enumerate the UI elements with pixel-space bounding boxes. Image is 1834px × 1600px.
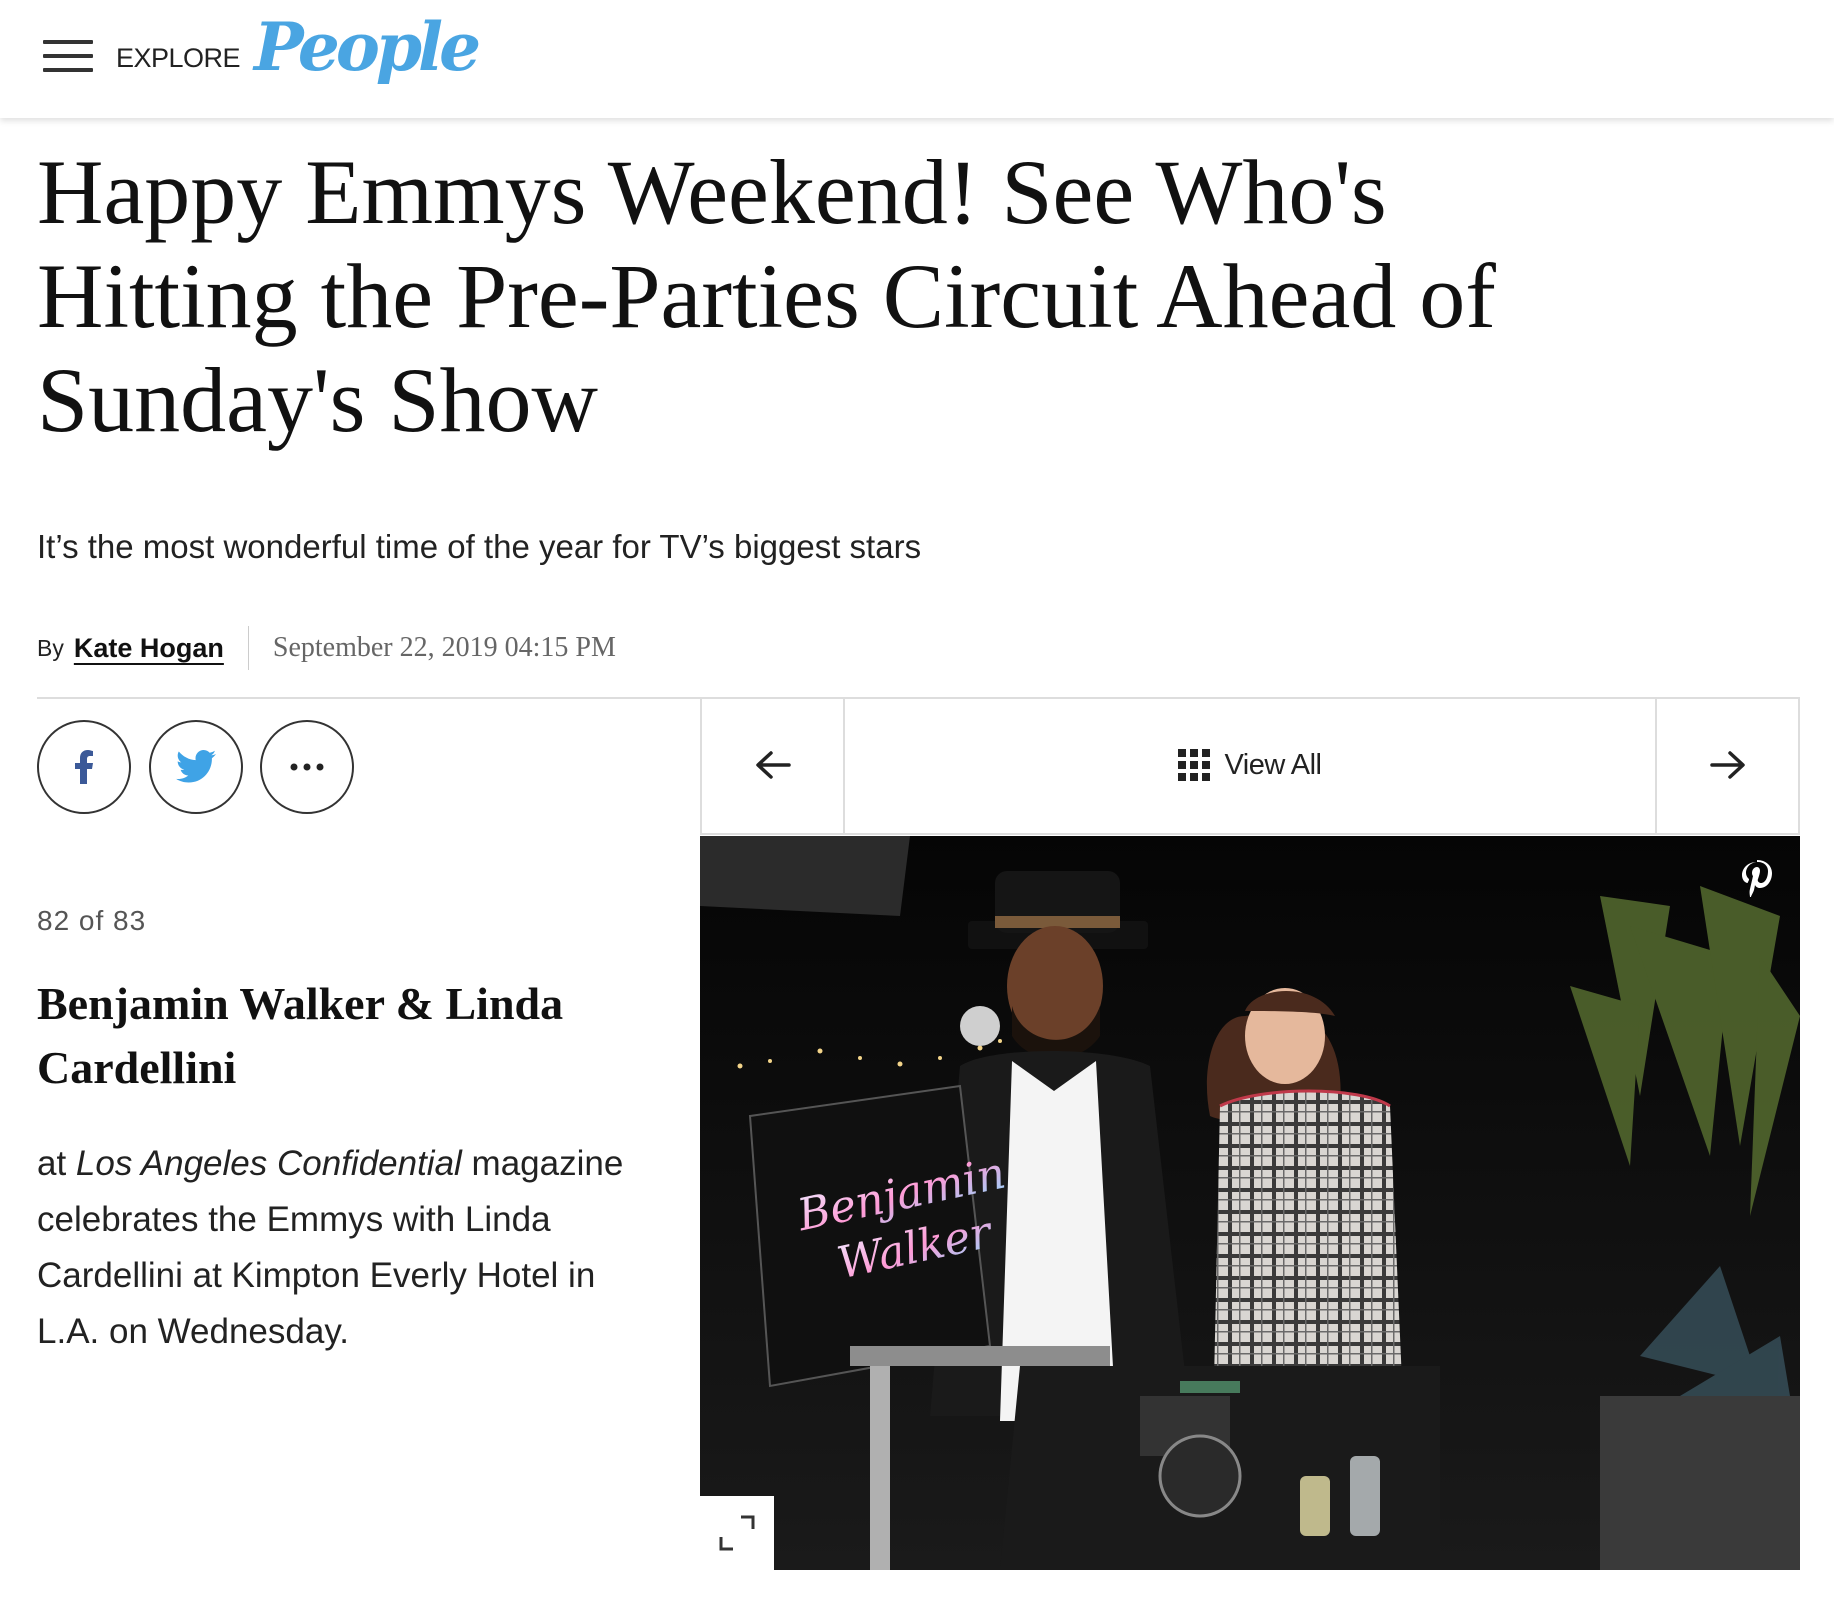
- slide-title: Benjamin Walker & Linda Cardellini: [37, 972, 657, 1100]
- arrow-left-icon: [755, 751, 791, 779]
- grid-icon: [1178, 749, 1211, 781]
- pinterest-button[interactable]: [1734, 858, 1780, 904]
- slide-counter: 82 of 83: [37, 905, 147, 936]
- headline-line: Happy Emmys Weekend! See Who's: [37, 141, 1387, 243]
- expand-icon: [719, 1515, 755, 1551]
- twitter-icon: [176, 750, 216, 783]
- slide-title-line: Benjamin Walker & Linda: [37, 978, 564, 1029]
- slide-title-line: Cardellini: [37, 1042, 237, 1093]
- headline-line: Hitting the Pre-Parties Circuit Ahead of: [37, 245, 1496, 347]
- more-share-button[interactable]: [260, 720, 354, 814]
- pinterest-icon: [1742, 860, 1772, 897]
- view-all-label: View All: [1224, 748, 1322, 781]
- byline: By Kate Hogan September 22, 2019 04:15 P…: [37, 626, 616, 670]
- article-dek: It’s the most wonderful time of the year…: [37, 528, 922, 565]
- gallery-photo[interactable]: Benjamin Walker: [700, 836, 1800, 1570]
- gallery-nav: View All: [700, 697, 1800, 835]
- article-headline: Happy Emmys Weekend! See Who's Hitting t…: [37, 140, 1737, 452]
- publish-date: September 22, 2019 04:15 PM: [272, 632, 616, 663]
- expand-button[interactable]: [700, 1496, 774, 1570]
- slide-caption: at Los Angeles Confidential magazine cel…: [37, 1136, 657, 1360]
- explore-link[interactable]: EXPLORE: [116, 43, 241, 74]
- headline-line: Sunday's Show: [37, 349, 598, 451]
- by-label: By: [37, 634, 64, 661]
- hamburger-icon[interactable]: [43, 40, 93, 76]
- byline-divider: [247, 626, 249, 670]
- caption-publication: Los Angeles Confidential: [75, 1144, 462, 1183]
- facebook-share-button[interactable]: [37, 720, 131, 814]
- next-slide-button[interactable]: [1655, 697, 1798, 833]
- more-icon: [290, 763, 324, 771]
- people-logo[interactable]: People: [254, 14, 481, 80]
- caption-prefix: at: [37, 1144, 76, 1183]
- photo-illustration: Benjamin Walker: [700, 836, 1800, 1570]
- arrow-right-icon: [1709, 751, 1745, 779]
- facebook-icon: [75, 750, 93, 784]
- author-link[interactable]: Kate Hogan: [74, 633, 224, 664]
- twitter-share-button[interactable]: [149, 720, 243, 814]
- site-header: EXPLORE People: [0, 0, 1834, 118]
- previous-slide-button[interactable]: [702, 697, 845, 833]
- view-all-button[interactable]: View All: [845, 697, 1655, 833]
